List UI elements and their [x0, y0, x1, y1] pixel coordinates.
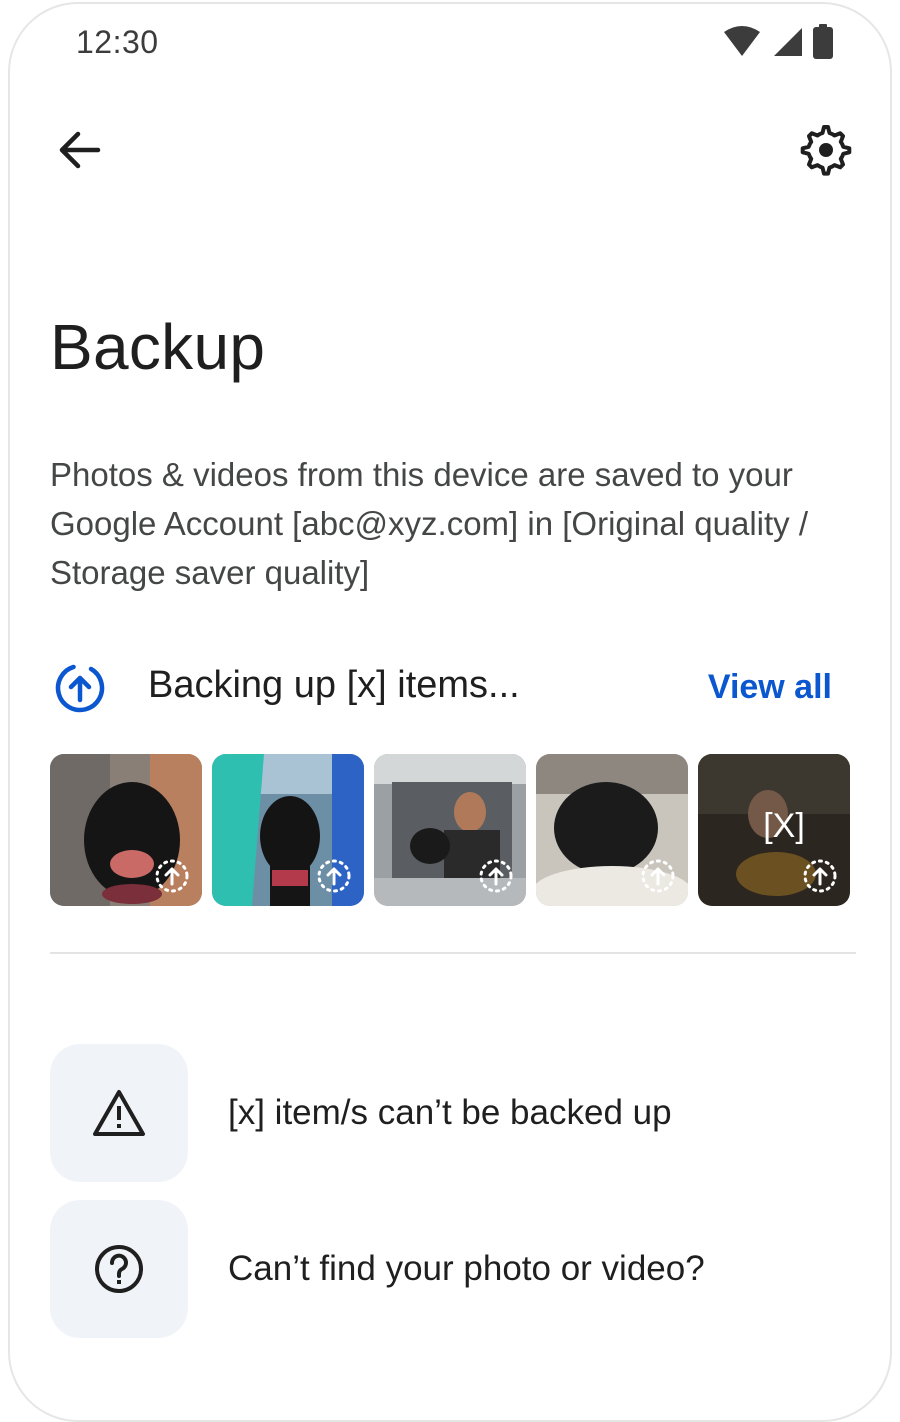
- list-item-cant-backup[interactable]: [x] item/s can’t be backed up: [50, 1044, 856, 1182]
- section-divider: [50, 952, 856, 954]
- list-item-icon-box: [50, 1200, 188, 1338]
- backup-description: Photos & videos from this device are sav…: [50, 456, 809, 591]
- list-item-cant-find[interactable]: Can’t find your photo or video?: [50, 1200, 856, 1338]
- list-item-icon-box: [50, 1044, 188, 1182]
- battery-icon: [813, 24, 833, 59]
- upload-pending-icon: [641, 859, 675, 893]
- upload-pending-icon: [479, 859, 513, 893]
- status-time: 12:30: [76, 24, 159, 60]
- backup-status-text: Backing up [x] items...: [148, 664, 520, 706]
- upload-pending-icon: [155, 859, 189, 893]
- wifi-icon: [724, 26, 760, 56]
- list-item-label: Can’t find your photo or video?: [228, 1249, 705, 1288]
- upload-pending-icon: [317, 859, 351, 893]
- arrow-back-icon: [59, 131, 101, 169]
- warning-icon: [93, 1090, 145, 1136]
- upload-progress-icon: [55, 663, 105, 713]
- thumbnail-dog-with-surfboard[interactable]: [212, 754, 364, 906]
- thumbnail-black-puppy-on-blanket[interactable]: [536, 754, 688, 906]
- view-all-link[interactable]: View all: [708, 668, 832, 707]
- thumbnail-man-with-dog-in-car[interactable]: [374, 754, 526, 906]
- gear-icon: [800, 125, 852, 176]
- back-button[interactable]: [54, 124, 106, 176]
- phone-frame: 12:30 Backup Photos & videos from this d…: [8, 2, 892, 1422]
- thumbnail-baby-with-pancakes[interactable]: [X]: [698, 754, 850, 906]
- thumbnail-black-dog-portrait[interactable]: [50, 754, 202, 906]
- page-title: Backup: [50, 311, 266, 383]
- upload-pending-icon: [803, 859, 837, 893]
- help-icon: [95, 1245, 143, 1293]
- backup-thumbnail-strip: [X]: [50, 754, 850, 906]
- signal-icon: [774, 28, 802, 56]
- status-icons: [722, 24, 834, 60]
- settings-button[interactable]: [798, 122, 854, 178]
- list-item-label: [x] item/s can’t be backed up: [228, 1093, 672, 1132]
